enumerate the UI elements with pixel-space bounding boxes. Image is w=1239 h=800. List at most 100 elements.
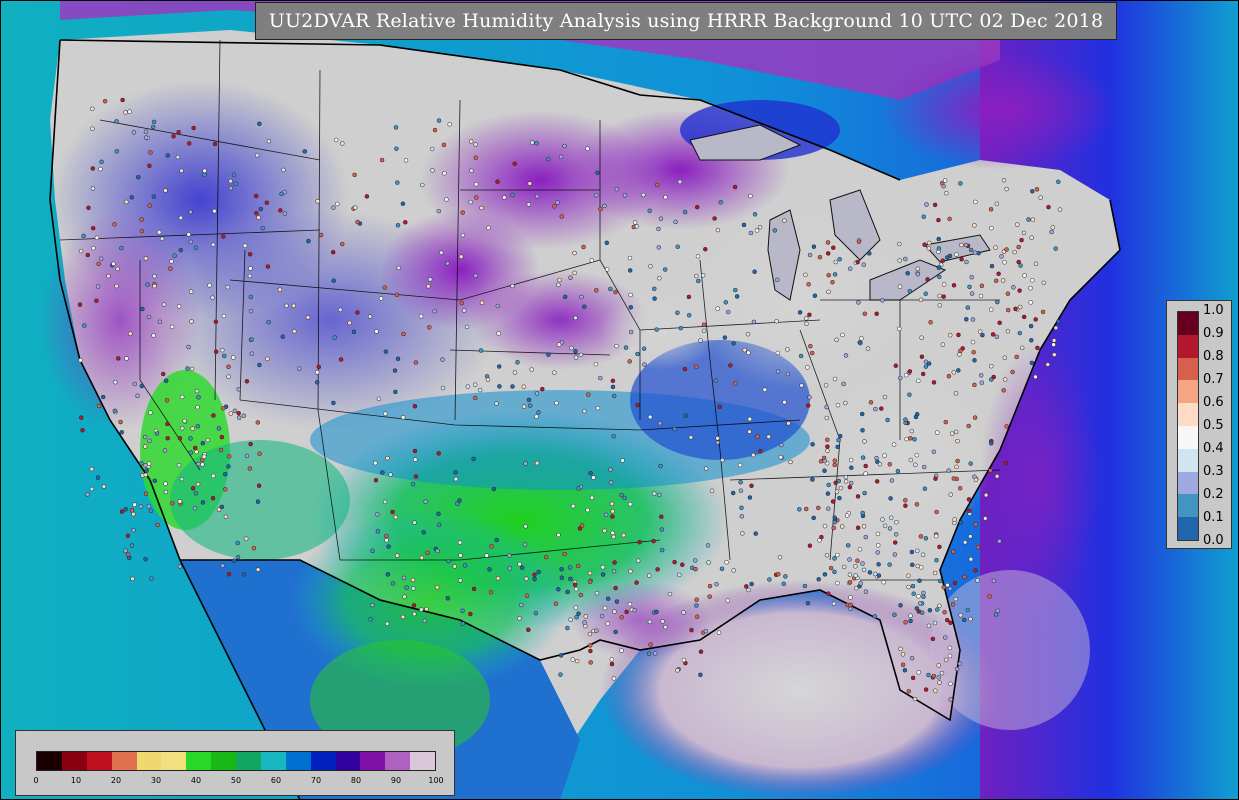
observation-colorbar-label: 0.1 — [1203, 510, 1224, 525]
observation-marker — [1022, 273, 1027, 278]
observation-marker — [265, 264, 271, 269]
observation-marker — [90, 186, 96, 191]
observation-marker — [165, 153, 171, 158]
observation-marker — [660, 619, 665, 624]
observation-marker — [920, 371, 926, 377]
observation-marker — [186, 141, 192, 146]
observation-marker — [610, 509, 615, 514]
observation-marker — [413, 457, 418, 462]
rh-colorbar-swatch — [86, 752, 112, 770]
observation-marker — [943, 657, 949, 663]
observation-marker — [641, 346, 647, 351]
observation-marker — [923, 364, 929, 369]
observation-marker — [937, 274, 942, 280]
observation-marker — [89, 466, 95, 472]
observation-marker — [602, 203, 607, 209]
observation-marker — [830, 499, 836, 504]
observation-marker — [1051, 342, 1056, 347]
observation-marker — [694, 204, 700, 210]
observation-marker — [403, 158, 409, 163]
observation-marker — [495, 179, 500, 184]
observation-marker — [221, 406, 226, 411]
observation-marker — [495, 576, 501, 581]
observation-marker — [701, 322, 707, 327]
observation-marker — [913, 462, 918, 468]
observation-marker — [993, 278, 999, 284]
observation-marker — [694, 597, 699, 602]
observation-marker — [1016, 259, 1021, 265]
observation-marker — [971, 349, 976, 355]
observation-marker — [586, 392, 591, 397]
observation-marker — [654, 609, 659, 615]
observation-marker — [228, 178, 233, 184]
observation-marker — [189, 366, 195, 372]
observation-marker — [235, 554, 241, 560]
observation-marker — [917, 601, 923, 606]
observation-marker — [587, 643, 593, 648]
observation-marker — [95, 475, 101, 480]
observation-marker — [988, 441, 994, 446]
observation-marker — [573, 586, 579, 592]
observation-marker — [867, 251, 872, 256]
observation-marker — [228, 185, 234, 191]
observation-marker — [975, 544, 981, 550]
observation-marker — [904, 436, 909, 442]
observation-marker — [647, 414, 653, 420]
observation-marker — [338, 307, 343, 313]
observation-marker — [604, 267, 610, 272]
observation-marker — [218, 447, 224, 453]
observation-marker — [210, 295, 215, 300]
rh-colorbar-swatch — [360, 752, 386, 770]
observation-marker — [213, 349, 219, 354]
observation-marker — [947, 253, 953, 259]
observation-marker — [939, 670, 945, 676]
observation-marker — [944, 617, 950, 623]
observation-marker — [559, 575, 565, 580]
observation-marker — [937, 303, 943, 308]
observation-marker — [221, 353, 227, 359]
observation-marker — [413, 474, 419, 479]
observation-marker — [89, 486, 95, 492]
observation-marker — [581, 244, 586, 250]
observation-marker — [555, 200, 560, 205]
observation-marker — [556, 282, 561, 288]
observation-marker — [958, 181, 963, 186]
observation-marker — [983, 492, 989, 498]
observation-marker — [843, 479, 849, 484]
observation-marker — [653, 651, 658, 656]
observation-marker — [588, 470, 593, 476]
observation-marker — [641, 192, 646, 198]
observation-marker — [445, 596, 451, 601]
observation-marker — [131, 511, 136, 517]
observation-marker — [576, 486, 581, 491]
observation-marker — [292, 329, 297, 334]
observation-marker — [96, 403, 102, 409]
observation-marker — [935, 430, 940, 435]
observation-marker — [651, 538, 656, 544]
observation-marker — [797, 507, 802, 512]
observation-marker — [924, 202, 929, 207]
observation-marker — [452, 564, 457, 569]
observation-marker — [254, 210, 259, 216]
observation-marker — [527, 181, 533, 186]
observation-marker — [418, 314, 424, 319]
observation-marker — [837, 433, 843, 439]
observation-marker — [739, 514, 745, 519]
observation-marker — [1002, 355, 1008, 360]
observation-marker — [440, 385, 446, 391]
observation-marker — [380, 470, 385, 475]
observation-marker — [825, 448, 830, 453]
observation-marker — [1011, 285, 1016, 290]
observation-marker — [898, 603, 903, 608]
observation-marker — [605, 621, 610, 626]
observation-marker — [968, 247, 974, 253]
observation-marker — [766, 434, 771, 439]
observation-marker — [746, 587, 751, 593]
observation-marker — [152, 283, 157, 289]
observation-marker — [382, 499, 388, 505]
observation-marker — [825, 437, 830, 443]
observation-marker — [988, 307, 994, 312]
observation-marker — [967, 284, 972, 290]
observation-marker — [931, 449, 937, 455]
observation-marker — [663, 194, 668, 200]
